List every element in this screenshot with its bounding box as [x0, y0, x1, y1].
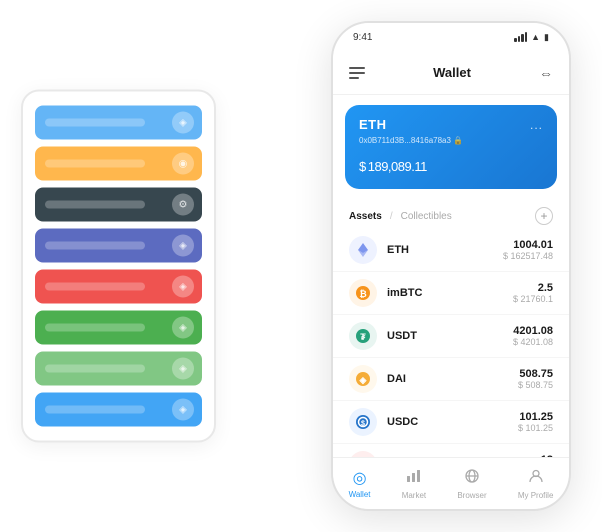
- card-item-icon: ◈: [172, 112, 194, 134]
- card-item[interactable]: ◈: [35, 229, 202, 263]
- eth-icon: [349, 236, 377, 264]
- imbtc-name: imBTC: [387, 287, 513, 299]
- assets-tabs: Assets / Collectibles: [349, 211, 452, 222]
- card-item[interactable]: ◈: [35, 393, 202, 427]
- phone-header: Wallet ⇔: [333, 51, 569, 95]
- eth-card[interactable]: ETH ... 0x0B711d3B...8416a78a3 🔒 $189,08…: [345, 105, 557, 189]
- asset-row-usdc[interactable]: $ USDC 101.25 $ 101.25: [333, 401, 569, 444]
- add-asset-button[interactable]: +: [535, 207, 553, 225]
- card-item-icon: ◉: [172, 153, 194, 175]
- imbtc-amount: 2.5: [513, 282, 553, 294]
- usdt-icon: ₮: [349, 322, 377, 350]
- wallet-nav-label: Wallet: [349, 490, 371, 499]
- wifi-icon: ▲: [531, 32, 540, 42]
- card-item-icon: ◈: [172, 235, 194, 257]
- scene: ◈ ◉ ⚙ ◈ ◈ ◈ ◈ ◈ 9:41 ▲ ▮ Wallet ⇔: [21, 16, 581, 516]
- eth-amount: 1004.01: [503, 239, 553, 251]
- time-label: 9:41: [353, 32, 372, 43]
- phone-nav: ◎ Wallet Market Browser My Profile: [333, 457, 569, 509]
- eth-card-address: 0x0B711d3B...8416a78a3 🔒: [359, 136, 543, 145]
- dai-icon: ◈: [349, 365, 377, 393]
- usdc-amounts: 101.25 $ 101.25: [518, 411, 553, 433]
- usdt-amounts: 4201.08 $ 4201.08: [513, 325, 553, 347]
- card-item[interactable]: ◈: [35, 352, 202, 386]
- wallet-nav-icon: ◎: [353, 468, 367, 488]
- phone-content: ETH ... 0x0B711d3B...8416a78a3 🔒 $189,08…: [333, 95, 569, 457]
- usdt-amount: 4201.08: [513, 325, 553, 337]
- balance-symbol: $: [359, 159, 366, 174]
- eth-card-menu[interactable]: ...: [530, 118, 543, 132]
- dai-usd: $ 508.75: [518, 380, 553, 390]
- usdc-icon: $: [349, 408, 377, 436]
- asset-row-tft[interactable]: 🦋 TFT 13 0: [333, 444, 569, 457]
- eth-usd: $ 162517.48: [503, 251, 553, 261]
- card-item[interactable]: ◉: [35, 147, 202, 181]
- asset-list: ETH 1004.01 $ 162517.48 ₿ imBTC 2.5 $ 21…: [333, 229, 569, 457]
- profile-nav-icon: [528, 468, 544, 489]
- card-stack: ◈ ◉ ⚙ ◈ ◈ ◈ ◈ ◈: [21, 90, 216, 443]
- card-item[interactable]: ◈: [35, 311, 202, 345]
- svg-text:$: $: [361, 421, 365, 428]
- signal-icon: [514, 32, 527, 42]
- browser-nav-icon: [464, 468, 480, 489]
- asset-row-imbtc[interactable]: ₿ imBTC 2.5 $ 21760.1: [333, 272, 569, 315]
- profile-nav-label: My Profile: [518, 491, 554, 500]
- market-nav-icon: [406, 468, 422, 489]
- expand-icon[interactable]: ⇔: [539, 65, 553, 81]
- tab-collectibles[interactable]: Collectibles: [401, 211, 452, 222]
- status-icons: ▲ ▮: [514, 32, 549, 43]
- card-item-icon: ◈: [172, 399, 194, 421]
- card-item-icon: ◈: [172, 317, 194, 339]
- browser-nav-label: Browser: [457, 491, 486, 500]
- dai-amount: 508.75: [518, 368, 553, 380]
- asset-row-dai[interactable]: ◈ DAI 508.75 $ 508.75: [333, 358, 569, 401]
- market-nav-label: Market: [402, 491, 426, 500]
- card-item-icon: ◈: [172, 358, 194, 380]
- card-item[interactable]: ⚙: [35, 188, 202, 222]
- usdc-usd: $ 101.25: [518, 423, 553, 433]
- dai-name: DAI: [387, 373, 518, 385]
- nav-profile[interactable]: My Profile: [518, 468, 554, 500]
- nav-wallet[interactable]: ◎ Wallet: [349, 468, 371, 499]
- eth-amounts: 1004.01 $ 162517.48: [503, 239, 553, 261]
- phone: 9:41 ▲ ▮ Wallet ⇔: [331, 21, 571, 511]
- eth-card-balance: $189,089.11: [359, 151, 543, 177]
- usdc-amount: 101.25: [518, 411, 553, 423]
- nav-market[interactable]: Market: [402, 468, 426, 500]
- eth-card-title: ETH: [359, 117, 387, 132]
- dai-amounts: 508.75 $ 508.75: [518, 368, 553, 390]
- asset-row-eth[interactable]: ETH 1004.01 $ 162517.48: [333, 229, 569, 272]
- battery-icon: ▮: [544, 32, 549, 43]
- card-item-icon: ◈: [172, 276, 194, 298]
- svg-text:◈: ◈: [359, 375, 368, 385]
- eth-card-top: ETH ...: [359, 117, 543, 132]
- nav-browser[interactable]: Browser: [457, 468, 486, 500]
- card-item[interactable]: ◈: [35, 106, 202, 140]
- tab-assets[interactable]: Assets: [349, 211, 382, 222]
- asset-row-usdt[interactable]: ₮ USDT 4201.08 $ 4201.08: [333, 315, 569, 358]
- balance-value: 189,089.11: [368, 159, 427, 174]
- tab-divider: /: [390, 211, 393, 222]
- imbtc-usd: $ 21760.1: [513, 294, 553, 304]
- eth-name: ETH: [387, 244, 503, 256]
- status-bar: 9:41 ▲ ▮: [333, 23, 569, 51]
- menu-icon[interactable]: [349, 67, 365, 79]
- usdt-name: USDT: [387, 330, 513, 342]
- imbtc-icon: ₿: [349, 279, 377, 307]
- usdt-usd: $ 4201.08: [513, 337, 553, 347]
- card-item[interactable]: ◈: [35, 270, 202, 304]
- svg-text:₿: ₿: [359, 289, 366, 299]
- svg-text:₮: ₮: [360, 332, 366, 342]
- usdc-name: USDC: [387, 416, 518, 428]
- header-title: Wallet: [433, 65, 471, 80]
- card-item-icon: ⚙: [172, 194, 194, 216]
- imbtc-amounts: 2.5 $ 21760.1: [513, 282, 553, 304]
- assets-header: Assets / Collectibles +: [333, 199, 569, 229]
